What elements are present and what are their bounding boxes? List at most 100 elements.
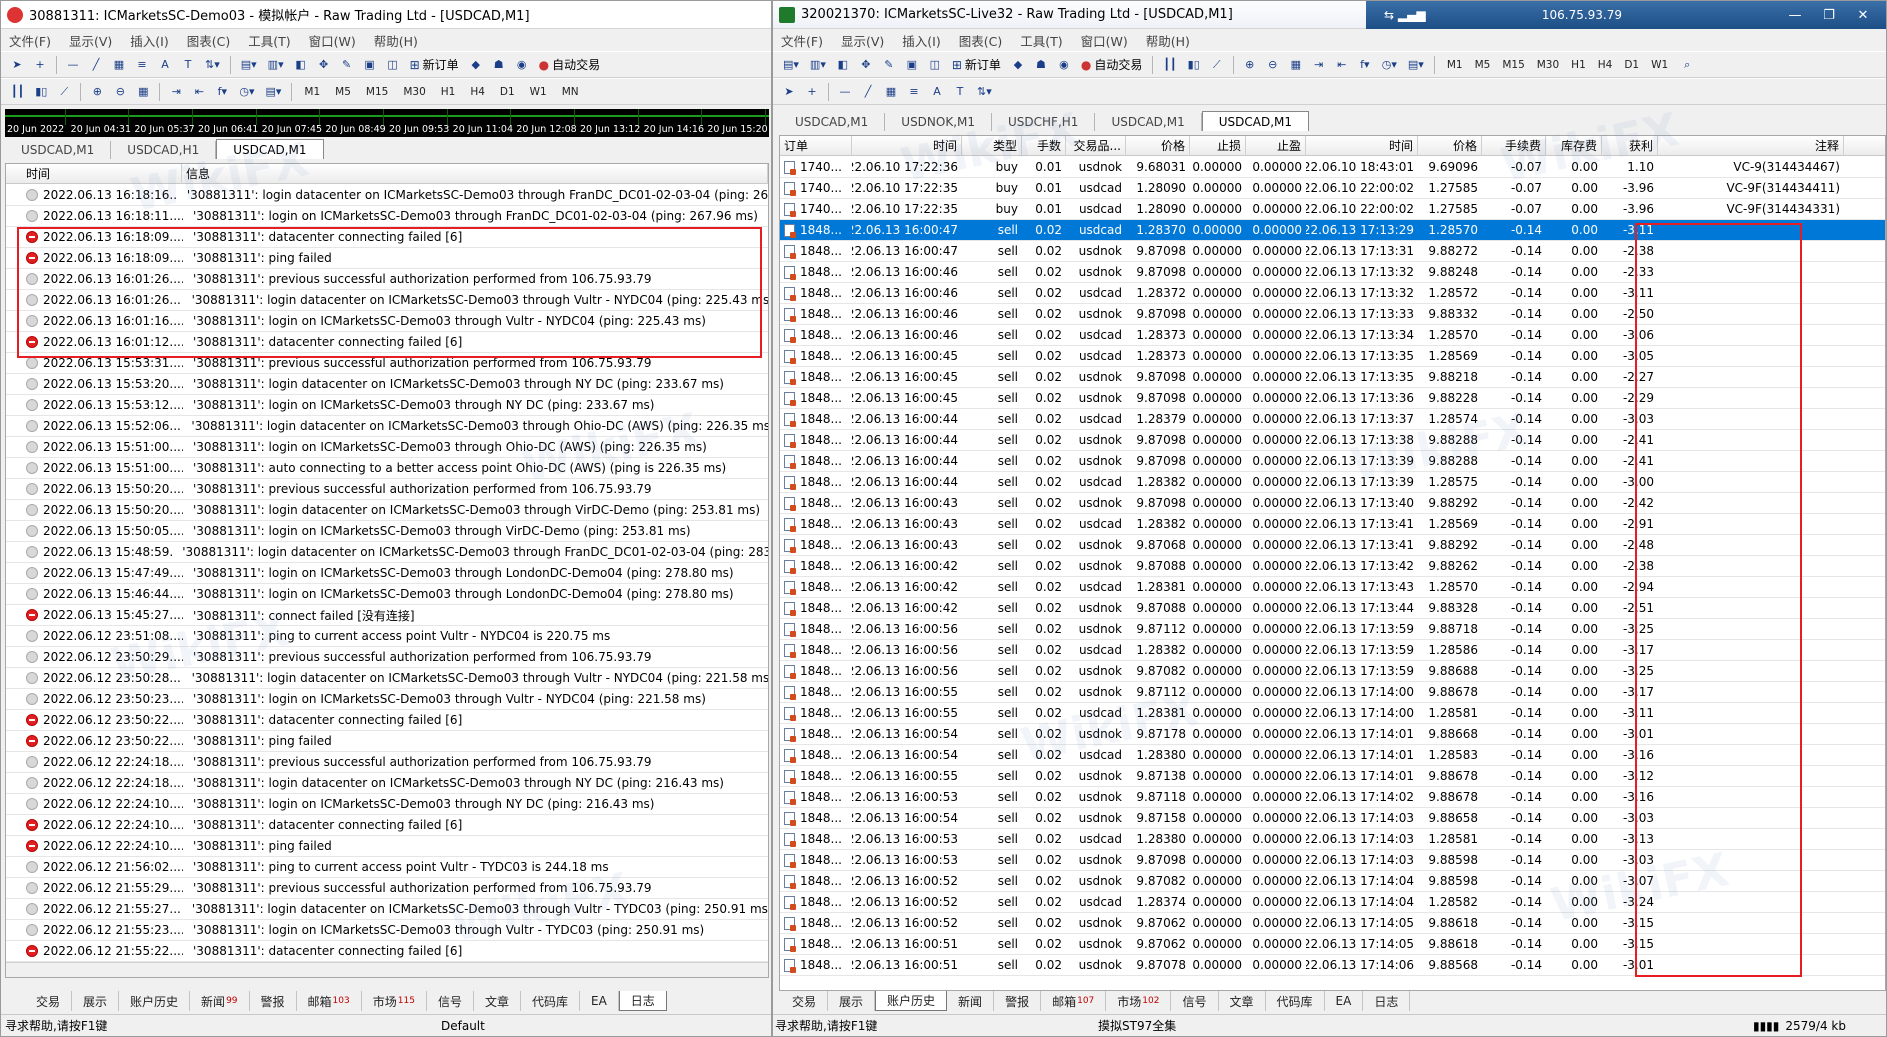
arrows-icon[interactable]: ⇅▾ — [201, 55, 224, 75]
log-row[interactable]: 2022.06.12 22:24:10.... '30881311': login… — [6, 794, 768, 815]
header-time[interactable]: 时间 — [6, 164, 182, 184]
chart-tab[interactable]: USDCAD,M1 — [1201, 111, 1309, 131]
templates-icon[interactable]: ▤▾ — [1404, 55, 1428, 75]
zoom-in-icon[interactable]: ⊕ — [87, 82, 107, 102]
log-row[interactable]: 2022.06.12 23:50:22.... '30881311': ping … — [6, 731, 768, 752]
period-m15[interactable]: M15 — [360, 82, 394, 102]
terminal-tab[interactable]: 文章 — [1219, 991, 1266, 1011]
menu-item[interactable]: 工具(T) — [1020, 31, 1062, 50]
autoscroll-icon[interactable]: ⇥ — [1309, 55, 1329, 75]
trade-row[interactable]: 1848... 2022.06.13 16:00:53 sell 0.02 usdcad… — [780, 829, 1885, 850]
period-m5[interactable]: M5 — [1469, 55, 1497, 75]
menu-item[interactable]: 图表(C) — [187, 31, 230, 50]
trade-row[interactable]: 1740... 2022.06.10 17:22:36 buy 0.01 usdnok 9… — [780, 157, 1885, 178]
log-row[interactable]: 2022.06.13 16:18:09.... '30881311': ping … — [6, 248, 768, 269]
period-h4[interactable]: H4 — [464, 82, 491, 102]
header-col[interactable]: 止损 — [1190, 136, 1246, 156]
chart-tab[interactable]: USDNOK,M1 — [885, 113, 993, 131]
trade-row[interactable]: 1848... 2022.06.13 16:00:44 sell 0.02 usdcad… — [780, 472, 1885, 493]
log-row[interactable]: 2022.06.12 23:50:22.... '30881311': datac… — [6, 710, 768, 731]
log-row[interactable]: 2022.06.12 23:50:29.... '30881311': previ… — [6, 647, 768, 668]
hline-icon[interactable]: — — [835, 82, 855, 102]
period-w1[interactable]: W1 — [1645, 55, 1674, 75]
restore-icon[interactable]: ❐ — [1818, 8, 1840, 23]
terminal-tab[interactable]: 信号 — [427, 991, 474, 1011]
trade-row[interactable]: 1848... 2022.06.13 16:00:55 sell 0.02 usdcad… — [780, 703, 1885, 724]
terminal-tab[interactable]: 警报 — [994, 991, 1042, 1011]
log-row[interactable]: 2022.06.12 23:51:08.... '30881311': ping … — [6, 626, 768, 647]
trade-row[interactable]: 1740... 2022.06.10 17:22:35 buy 0.01 usdcad 1… — [780, 199, 1885, 220]
terminal-tab[interactable]: 交易 — [25, 991, 73, 1011]
chart-tab[interactable]: USDCHF,H1 — [992, 113, 1096, 131]
log-row[interactable]: 2022.06.13 15:46:44.... '30881311': login… — [6, 584, 768, 605]
trade-row[interactable]: 1848... 2022.06.13 16:00:56 sell 0.02 usdnok… — [780, 619, 1885, 640]
candle-chart-icon[interactable]: ▮▯ — [31, 82, 51, 102]
terminal-tab[interactable]: 文章 — [474, 991, 521, 1011]
tester-icon[interactable]: ◫ — [383, 55, 403, 75]
trade-row[interactable]: 1848... 2022.06.13 16:00:52 sell 0.02 usdnok… — [780, 913, 1885, 934]
chart-strip[interactable]: 20 Jun 2022 20 Jun 04:31 20 Jun 05:37 20 Ju… — [5, 109, 769, 137]
trade-row[interactable]: 1848... 2022.06.13 16:00:56 sell 0.02 usdnok… — [780, 661, 1885, 682]
bar-chart-icon[interactable]: ┃┃ — [7, 82, 28, 102]
menu-item[interactable]: 显示(V) — [841, 31, 884, 50]
trade-row[interactable]: 1848... 2022.06.13 16:00:44 sell 0.02 usdcad… — [780, 409, 1885, 430]
line-chart-icon[interactable]: ⟋ — [54, 82, 74, 102]
log-row[interactable]: 2022.06.12 22:24:10.... '30881311': ping … — [6, 836, 768, 857]
templates-icon[interactable]: ▤▾ — [261, 82, 285, 102]
log-row[interactable]: 2022.06.13 15:50:05.... '30881311': login… — [6, 521, 768, 542]
trade-row[interactable]: 1848... 2022.06.13 16:00:51 sell 0.02 usdnok… — [780, 955, 1885, 976]
period-m1[interactable]: M1 — [1441, 55, 1469, 75]
log-row[interactable]: 2022.06.13 16:01:16.... '30881311': login… — [6, 311, 768, 332]
trendline-icon[interactable]: ╱ — [86, 55, 106, 75]
log-row[interactable]: 2022.06.12 23:50:28.... '30881311': login… — [6, 668, 768, 689]
trade-row[interactable]: 1848... 2022.06.13 16:00:53 sell 0.02 usdnok… — [780, 787, 1885, 808]
navigator-icon[interactable]: ✥ — [856, 55, 876, 75]
autoscroll-icon[interactable]: ⇥ — [166, 82, 186, 102]
line-chart-icon[interactable]: ⟋ — [1207, 55, 1227, 75]
terminal-tab[interactable]: 日志 — [618, 991, 667, 1011]
log-row[interactable]: 2022.06.13 15:50:20.... '30881311': login… — [6, 500, 768, 521]
search-icon[interactable]: ⌕ — [1677, 55, 1697, 75]
period-h1[interactable]: H1 — [1565, 55, 1592, 75]
terminal-tab[interactable]: 新闻 99 — [190, 991, 250, 1011]
header-col[interactable]: 价格 — [1418, 136, 1482, 156]
trendline-icon[interactable]: ╱ — [858, 82, 878, 102]
period-m30[interactable]: M30 — [1531, 55, 1565, 75]
crosshair-icon[interactable]: + — [802, 82, 822, 102]
trade-row[interactable]: 1848... 2022.06.13 16:00:51 sell 0.02 usdnok… — [780, 934, 1885, 955]
trade-row[interactable]: 1848... 2022.06.13 16:00:52 sell 0.02 usdcad… — [780, 892, 1885, 913]
signals-icon[interactable]: ☗ — [1031, 55, 1051, 75]
chart-tab[interactable]: USDCAD,H1 — [111, 141, 217, 159]
fibo-icon[interactable]: ≡ — [132, 55, 152, 75]
terminal-tab[interactable]: 日志 — [1363, 991, 1411, 1011]
period-h1[interactable]: H1 — [435, 82, 462, 102]
trade-row[interactable]: 1848... 2022.06.13 16:00:54 sell 0.02 usdcad… — [780, 745, 1885, 766]
trade-row[interactable]: 1848... 2022.06.13 16:00:47 sell 0.02 usdcad… — [780, 220, 1885, 241]
new-chart-icon[interactable]: ▤▾ — [779, 55, 803, 75]
text-icon[interactable]: A — [155, 55, 175, 75]
period-w1[interactable]: W1 — [524, 82, 553, 102]
terminal-tab[interactable]: 展示 — [828, 991, 876, 1011]
trade-row[interactable]: 1848... 2022.06.13 16:00:45 sell 0.02 usdnok… — [780, 367, 1885, 388]
log-row[interactable]: 2022.06.12 22:24:18.... '30881311': login… — [6, 773, 768, 794]
header-col[interactable]: 订单 — [780, 136, 852, 156]
header-col[interactable]: 价格 — [1126, 136, 1190, 156]
autotrade-button[interactable]: ● 自动交易 — [1077, 55, 1147, 75]
terminal-icon[interactable]: ▣ — [360, 55, 380, 75]
log-row[interactable]: 2022.06.13 15:48:59.... '30881311': login… — [6, 542, 768, 563]
log-row[interactable]: 2022.06.13 15:50:20.... '30881311': previ… — [6, 479, 768, 500]
navigator-icon[interactable]: ✥ — [314, 55, 334, 75]
header-message[interactable]: 信息 — [182, 164, 768, 184]
log-row[interactable]: 2022.06.13 15:53:31.... '30881311': previ… — [6, 353, 768, 374]
log-row[interactable]: 2022.06.13 15:51:00.... '30881311': login… — [6, 437, 768, 458]
menu-item[interactable]: 插入(I) — [902, 31, 940, 50]
zoom-out-icon[interactable]: ⊖ — [110, 82, 130, 102]
periods-icon[interactable]: ◷▾ — [235, 82, 258, 102]
terminal-tab[interactable]: 警报 — [250, 991, 297, 1011]
label-icon[interactable]: T — [950, 82, 970, 102]
menu-item[interactable]: 插入(I) — [130, 31, 168, 50]
data-window-icon[interactable]: ✎ — [337, 55, 357, 75]
trade-row[interactable]: 1848... 2022.06.13 16:00:54 sell 0.02 usdnok… — [780, 808, 1885, 829]
log-row[interactable]: 2022.06.12 22:24:10.... '30881311': datac… — [6, 815, 768, 836]
header-col[interactable]: 获利 — [1602, 136, 1658, 156]
